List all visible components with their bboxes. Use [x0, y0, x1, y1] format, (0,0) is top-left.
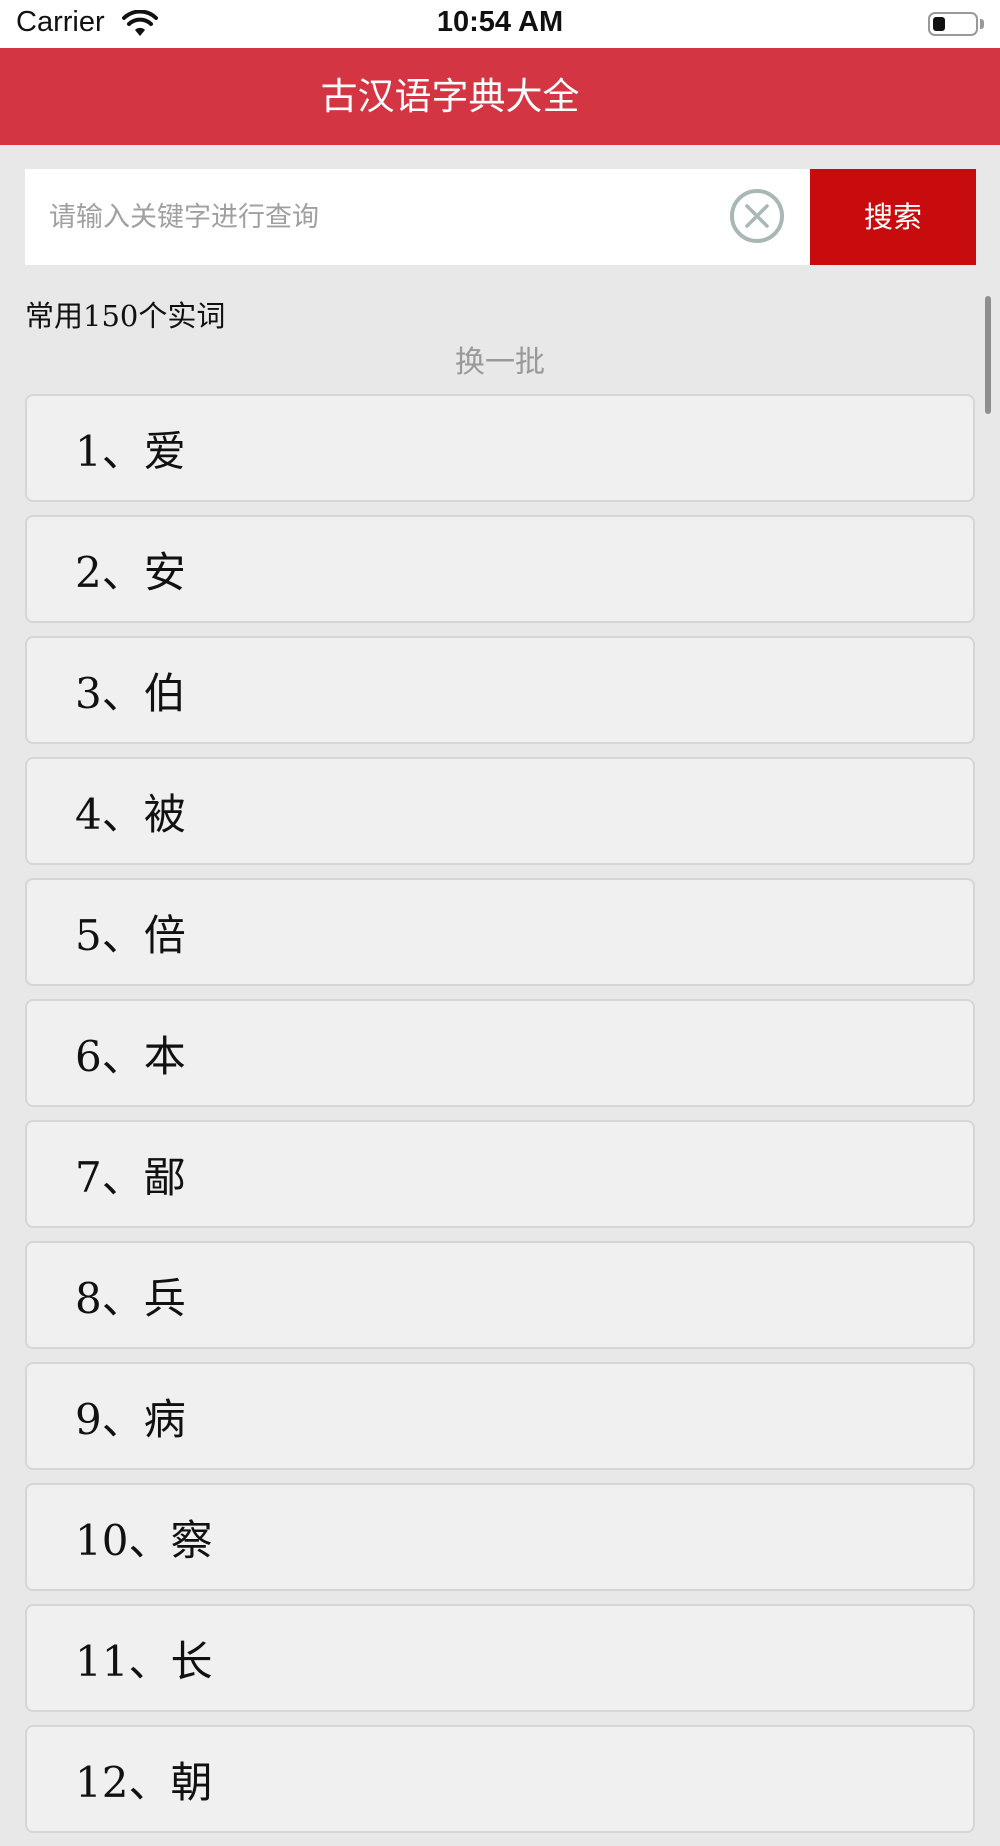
- list-item-label: 5、倍: [75, 910, 186, 960]
- word-list: 1、爱 2、安 3、伯 4、被 5、倍 6、本 7、鄙 8、兵 9、病 10、察 11、长 12、朝: [25, 394, 975, 1846]
- search-input[interactable]: [49, 169, 729, 265]
- list-item[interactable]: 5、倍: [25, 878, 975, 986]
- list-item-label: 12、朝: [75, 1757, 213, 1807]
- list-item[interactable]: 2、安: [25, 515, 975, 623]
- refresh-batch-button[interactable]: 换一批: [0, 337, 1000, 381]
- list-item[interactable]: 9、病: [25, 1362, 975, 1470]
- list-item-label: 4、被: [75, 789, 186, 839]
- list-item[interactable]: 6、本: [25, 999, 975, 1107]
- list-item[interactable]: 10、察: [25, 1483, 975, 1591]
- list-item[interactable]: 8、兵: [25, 1241, 975, 1349]
- status-bar: Carrier 10:54 AM: [0, 0, 1000, 48]
- nav-bar: 古汉语字典大全: [0, 48, 1000, 145]
- list-item-label: 6、本: [75, 1031, 186, 1081]
- list-item-label: 9、病: [75, 1394, 186, 1444]
- section-title: 常用150个实词: [25, 299, 226, 333]
- list-item-label: 2、安: [75, 547, 186, 597]
- list-item[interactable]: 4、被: [25, 757, 975, 865]
- list-item-label: 11、长: [75, 1636, 213, 1686]
- scrollbar[interactable]: [985, 296, 991, 414]
- list-item[interactable]: 12、朝: [25, 1725, 975, 1833]
- page-title: 古汉语字典大全: [320, 75, 580, 118]
- battery-icon: [928, 12, 978, 36]
- clock: 10:54 AM: [436, 6, 564, 38]
- clear-search-icon[interactable]: [728, 187, 786, 245]
- list-item[interactable]: 7、鄙: [25, 1120, 975, 1228]
- list-item-label: 3、伯: [75, 668, 186, 718]
- search-field: [25, 169, 810, 265]
- list-item[interactable]: 11、长: [25, 1604, 975, 1712]
- list-item-label: 7、鄙: [75, 1152, 186, 1202]
- list-item-label: 10、察: [75, 1515, 213, 1565]
- list-item-label: 8、兵: [75, 1273, 186, 1323]
- search-button[interactable]: 搜索: [810, 169, 976, 265]
- battery-level: [933, 17, 945, 31]
- list-item[interactable]: 3、伯: [25, 636, 975, 744]
- battery-tip: [980, 19, 984, 29]
- list-item[interactable]: 1、爱: [25, 394, 975, 502]
- list-item-label: 1、爱: [75, 426, 186, 476]
